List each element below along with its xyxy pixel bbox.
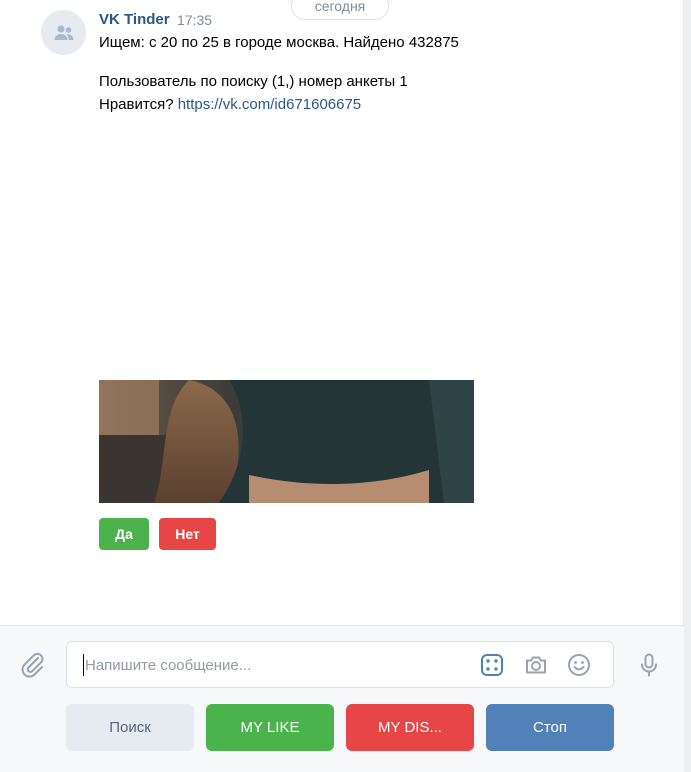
avatar[interactable] <box>41 10 86 55</box>
microphone-icon[interactable] <box>636 652 662 678</box>
stop-button[interactable]: Стоп <box>486 704 614 751</box>
message-text-line: Пользователь по поиску (1,) номер анкеты… <box>99 73 408 90</box>
message-author[interactable]: VK Tinder <box>99 11 170 28</box>
profile-link[interactable]: https://vk.com/id671606675 <box>178 96 361 113</box>
date-separator: сегодня <box>291 0 389 20</box>
message-history[interactable]: сегодня VK Tinder 17:35 Ищем: с 20 по 25… <box>0 0 684 625</box>
search-button[interactable]: Поиск <box>66 704 194 751</box>
message-text-line: Ищем: с 20 по 25 в городе москва. Найден… <box>99 34 459 51</box>
group-icon <box>54 25 73 40</box>
camera-icon[interactable] <box>523 652 549 678</box>
message-text-line: Нравится? https://vk.com/id671606675 <box>99 96 361 113</box>
smile-icon[interactable] <box>566 652 592 678</box>
scrollbar-gutter[interactable] <box>684 0 691 772</box>
message-input[interactable] <box>83 654 463 676</box>
paperclip-icon[interactable] <box>18 650 46 678</box>
message-prefix: Нравится? <box>99 96 178 113</box>
message-time: 17:35 <box>177 12 213 28</box>
no-button[interactable]: Нет <box>159 518 216 550</box>
my-like-button[interactable]: MY LIKE <box>206 704 334 751</box>
bot-keyboard-icon[interactable] <box>479 652 505 678</box>
yes-button[interactable]: Да <box>99 518 149 550</box>
chat-window: сегодня VK Tinder 17:35 Ищем: с 20 по 25… <box>0 0 691 772</box>
profile-photo[interactable] <box>99 380 474 503</box>
my-dislike-button[interactable]: MY DIS... <box>346 704 474 751</box>
